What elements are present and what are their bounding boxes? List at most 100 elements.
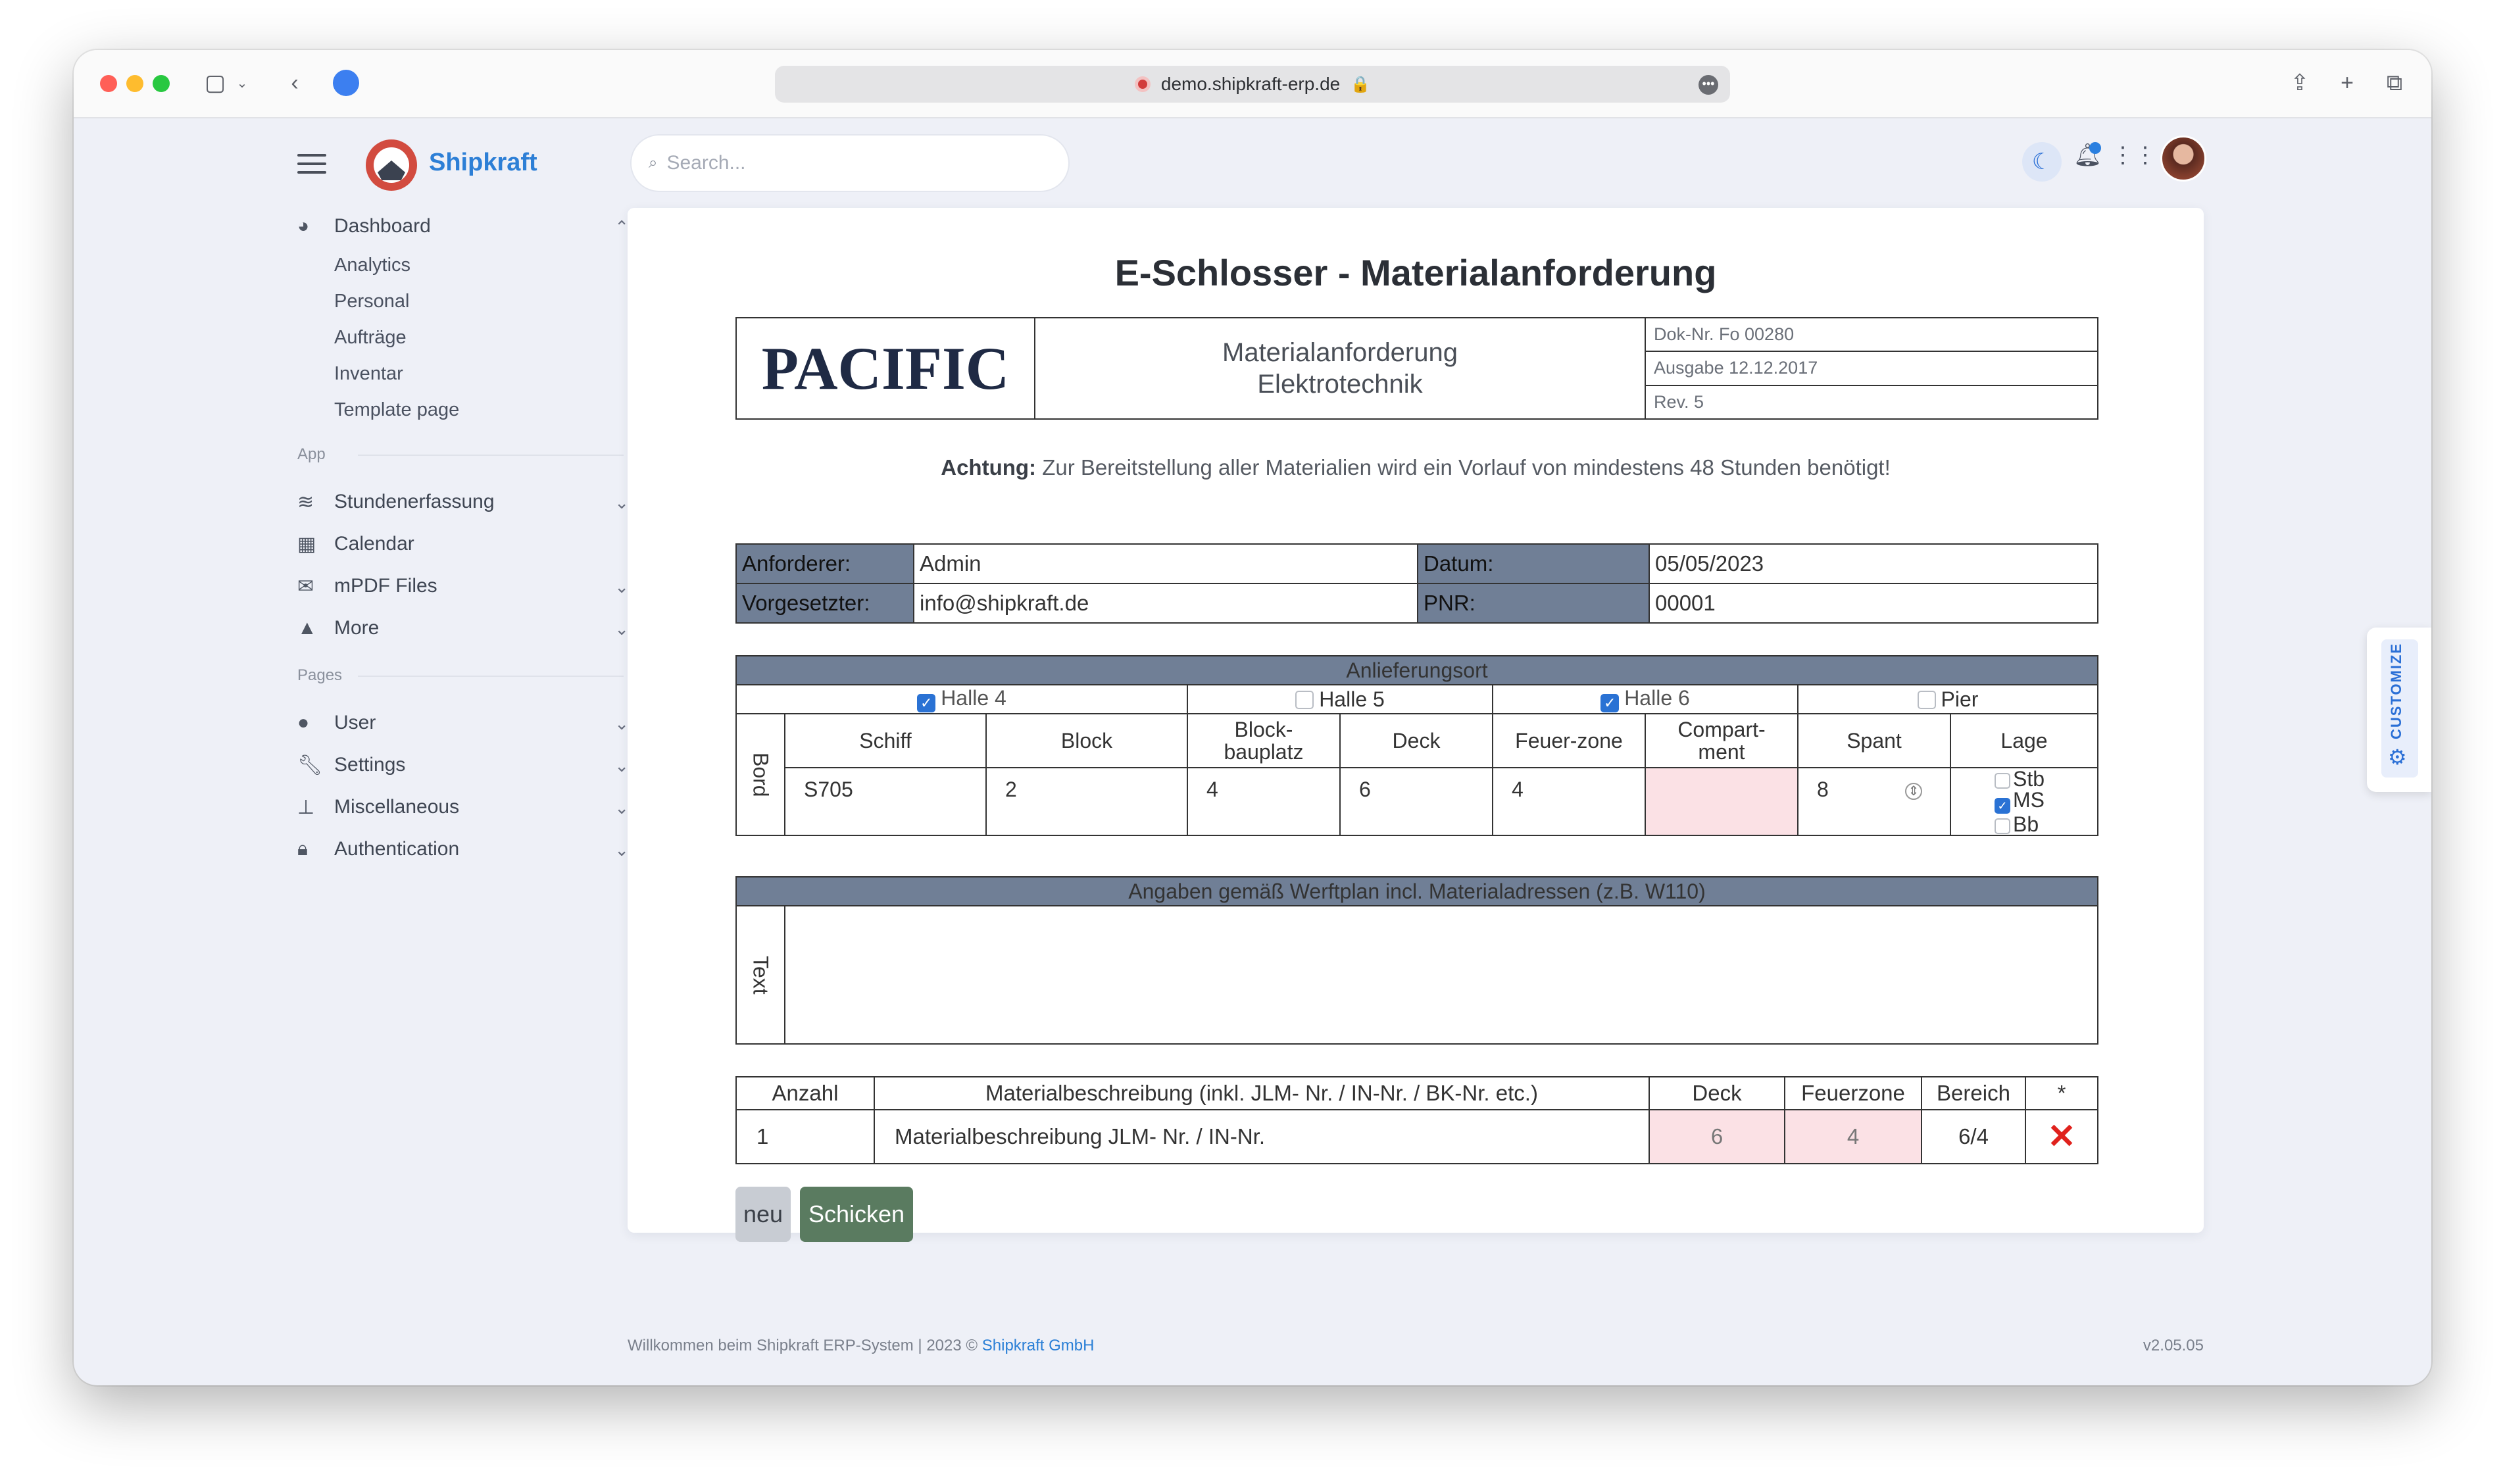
sidebar-item-authentication[interactable]: 🔒︎ Authentication ⌄ [297,828,639,870]
feuerzone-field[interactable]: 4 [1492,767,1646,836]
sidebar-item-stundenerfassung[interactable]: ≋ Stundenerfassung ⌄ [297,481,639,523]
blockbauplatz-field[interactable]: 4 [1187,767,1341,836]
lage-stb-checkbox[interactable]: Stb [1995,768,2097,789]
sidebar-item-label: Calendar [334,533,414,555]
brand-name[interactable]: Shipkraft [429,149,537,177]
chevron-down-icon[interactable]: ⌄ [234,68,250,97]
company-link[interactable]: Shipkraft GmbH [982,1337,1095,1354]
sidebar-item-miscellaneous[interactable]: ⊥ Miscellaneous ⌄ [297,786,639,828]
anzahl-field[interactable]: 1 [735,1109,875,1164]
column-header-bereich: Bereich [1921,1076,2026,1110]
sidebar-item-label: User [334,712,376,733]
back-arrow-icon[interactable]: ‹ [282,68,308,97]
footer-copyright: Willkommen beim Shipkraft ERP-System | 2… [628,1337,982,1354]
sidebar-item-mpdf-files[interactable]: ✉ mPDF Files ⌄ [297,565,639,607]
lage-bb-checkbox[interactable]: Bb [1995,814,2097,835]
sidebar-item-label: Dashboard [334,215,431,237]
menu-hamburger-icon[interactable] [297,154,326,174]
sidebar-toggle-icon[interactable]: ▢ [199,68,232,97]
sidebar-section-app: App [297,428,639,481]
hall-5-checkbox[interactable]: Halle 5 [1187,684,1493,714]
form-title-line1: Materialanforderung [1222,338,1458,367]
search-icon: ⌕ [649,154,658,172]
date-label: Datum: [1417,543,1650,584]
material-feuerzone-field[interactable]: 4 [1784,1109,1922,1164]
spant-stepper[interactable]: 8 ⇕ [1797,767,1951,836]
block-field[interactable]: 2 [985,767,1188,836]
pier-checkbox[interactable]: Pier [1797,684,2098,714]
share-icon[interactable]: ⇪ [2285,68,2314,97]
close-window-button[interactable] [100,75,117,92]
minimize-window-button[interactable] [126,75,143,92]
new-tab-icon[interactable]: + [2333,68,2362,97]
column-header-compartment: Compart-ment [1645,713,1798,768]
user-avatar[interactable] [2160,136,2206,182]
document-header-table: PACIFIC Materialanforderung Elektrotechn… [735,316,2098,420]
sidebar-subitem-inventar[interactable]: Inventar [297,356,639,392]
lock-icon: 🔒︎ [297,838,308,860]
pnr-field[interactable]: 00001 [1649,583,2098,624]
zoom-window-button[interactable] [153,75,170,92]
dark-mode-toggle-icon[interactable]: ☾ [2022,142,2062,182]
gear-icon: ⚙ [2388,745,2407,769]
document-edition: Ausgabe 12.12.2017 [1645,351,2098,386]
stepper-arrows-icon[interactable]: ⇕ [1905,783,1922,800]
envelope-icon: ✉ [297,575,314,597]
privacy-shield-icon[interactable] [332,68,360,97]
page-title: E-Schlosser - Materialanforderung [1114,252,1717,293]
checkbox-checked-icon: ✓ [1600,694,1620,712]
lage-label: Stb [2013,767,2045,791]
sidebar-subitem-analytics[interactable]: Analytics [297,247,639,284]
compartment-field[interactable] [1645,767,1798,836]
sidebar-subitem-template-page[interactable]: Template page [297,392,639,428]
lage-ms-checkbox[interactable]: ✓ MS [1995,789,2097,814]
chevron-up-icon: ⌃ [614,217,629,237]
text-side-label: Text [735,905,785,1045]
hall-label: Halle 6 [1624,686,1690,710]
more-options-icon[interactable]: ••• [1699,75,1718,95]
beschreibung-field[interactable]: Materialbeschreibung JLM- Nr. / IN-Nr. [874,1109,1650,1164]
sidebar-subitem-personal[interactable]: Personal [297,284,639,320]
requester-label: Anforderer: [735,543,914,584]
column-header-feuerzone: Feuer-zone [1492,713,1646,768]
send-button[interactable]: Schicken [800,1187,913,1242]
material-deck-field[interactable]: 6 [1649,1109,1785,1164]
column-header-beschreibung: Materialbeschreibung (inkl. JLM- Nr. / I… [874,1076,1650,1110]
site-favicon-icon [1134,76,1151,92]
hall-4-checkbox[interactable]: ✓ Halle 4 [735,684,1188,714]
requester-field[interactable]: Admin [913,543,1418,584]
checkbox-checked-icon: ✓ [917,694,936,712]
wrench-icon: 🔧︎ [297,754,323,776]
column-header-anzahl: Anzahl [735,1076,875,1110]
sidebar-item-dashboard[interactable]: ◕ Dashboard ⌃ [297,205,639,247]
date-field[interactable]: 05/05/2023 [1649,543,2098,584]
sidebar-item-more[interactable]: ▲ More ⌄ [297,607,639,649]
delete-row-button[interactable]: ✕ [2025,1109,2098,1164]
form-title-line2: Elektrotechnik [1257,370,1423,399]
address-bar[interactable]: demo.shipkraft-erp.de 🔒 ••• [775,66,1730,103]
sidebar-item-calendar[interactable]: ▦ Calendar [297,523,639,565]
tab-overview-icon[interactable]: ⧉ [2380,68,2409,97]
customize-panel-tab[interactable]: CUSTOMIZE ⚙ [2367,628,2431,792]
requester-table: Anforderer: Admin Datum: 05/05/2023 Vorg… [735,543,2098,624]
notes-textarea[interactable] [784,905,2098,1045]
pie-chart-icon: ◕ [297,215,310,237]
sidebar-item-label: Authentication [334,838,460,860]
sidebar-subitem-auftraege[interactable]: Aufträge [297,320,639,356]
search-input[interactable]: ⌕ Search... [630,134,1070,192]
delivery-location-header: Anlieferungsort [735,655,2098,685]
chevron-down-icon: ⌄ [614,493,629,512]
supervisor-field[interactable]: info@shipkraft.de [913,583,1418,624]
calendar-icon: ▦ [297,533,316,555]
column-header-line: Block- [1234,718,1293,741]
sidebar-item-settings[interactable]: 🔧︎ Settings ⌄ [297,744,639,786]
hall-6-checkbox[interactable]: ✓ Halle 6 [1492,684,1798,714]
column-header-actions: * [2025,1076,2098,1110]
sidebar-item-user[interactable]: ● User ⌄ [297,702,639,744]
delete-x-icon: ✕ [2047,1118,2076,1156]
new-button[interactable]: neu [735,1187,791,1242]
schiff-field[interactable]: S705 [784,767,987,836]
column-header-spant: Spant [1797,713,1951,768]
column-header-deck: Deck [1339,713,1493,768]
deck-field[interactable]: 6 [1339,767,1493,836]
